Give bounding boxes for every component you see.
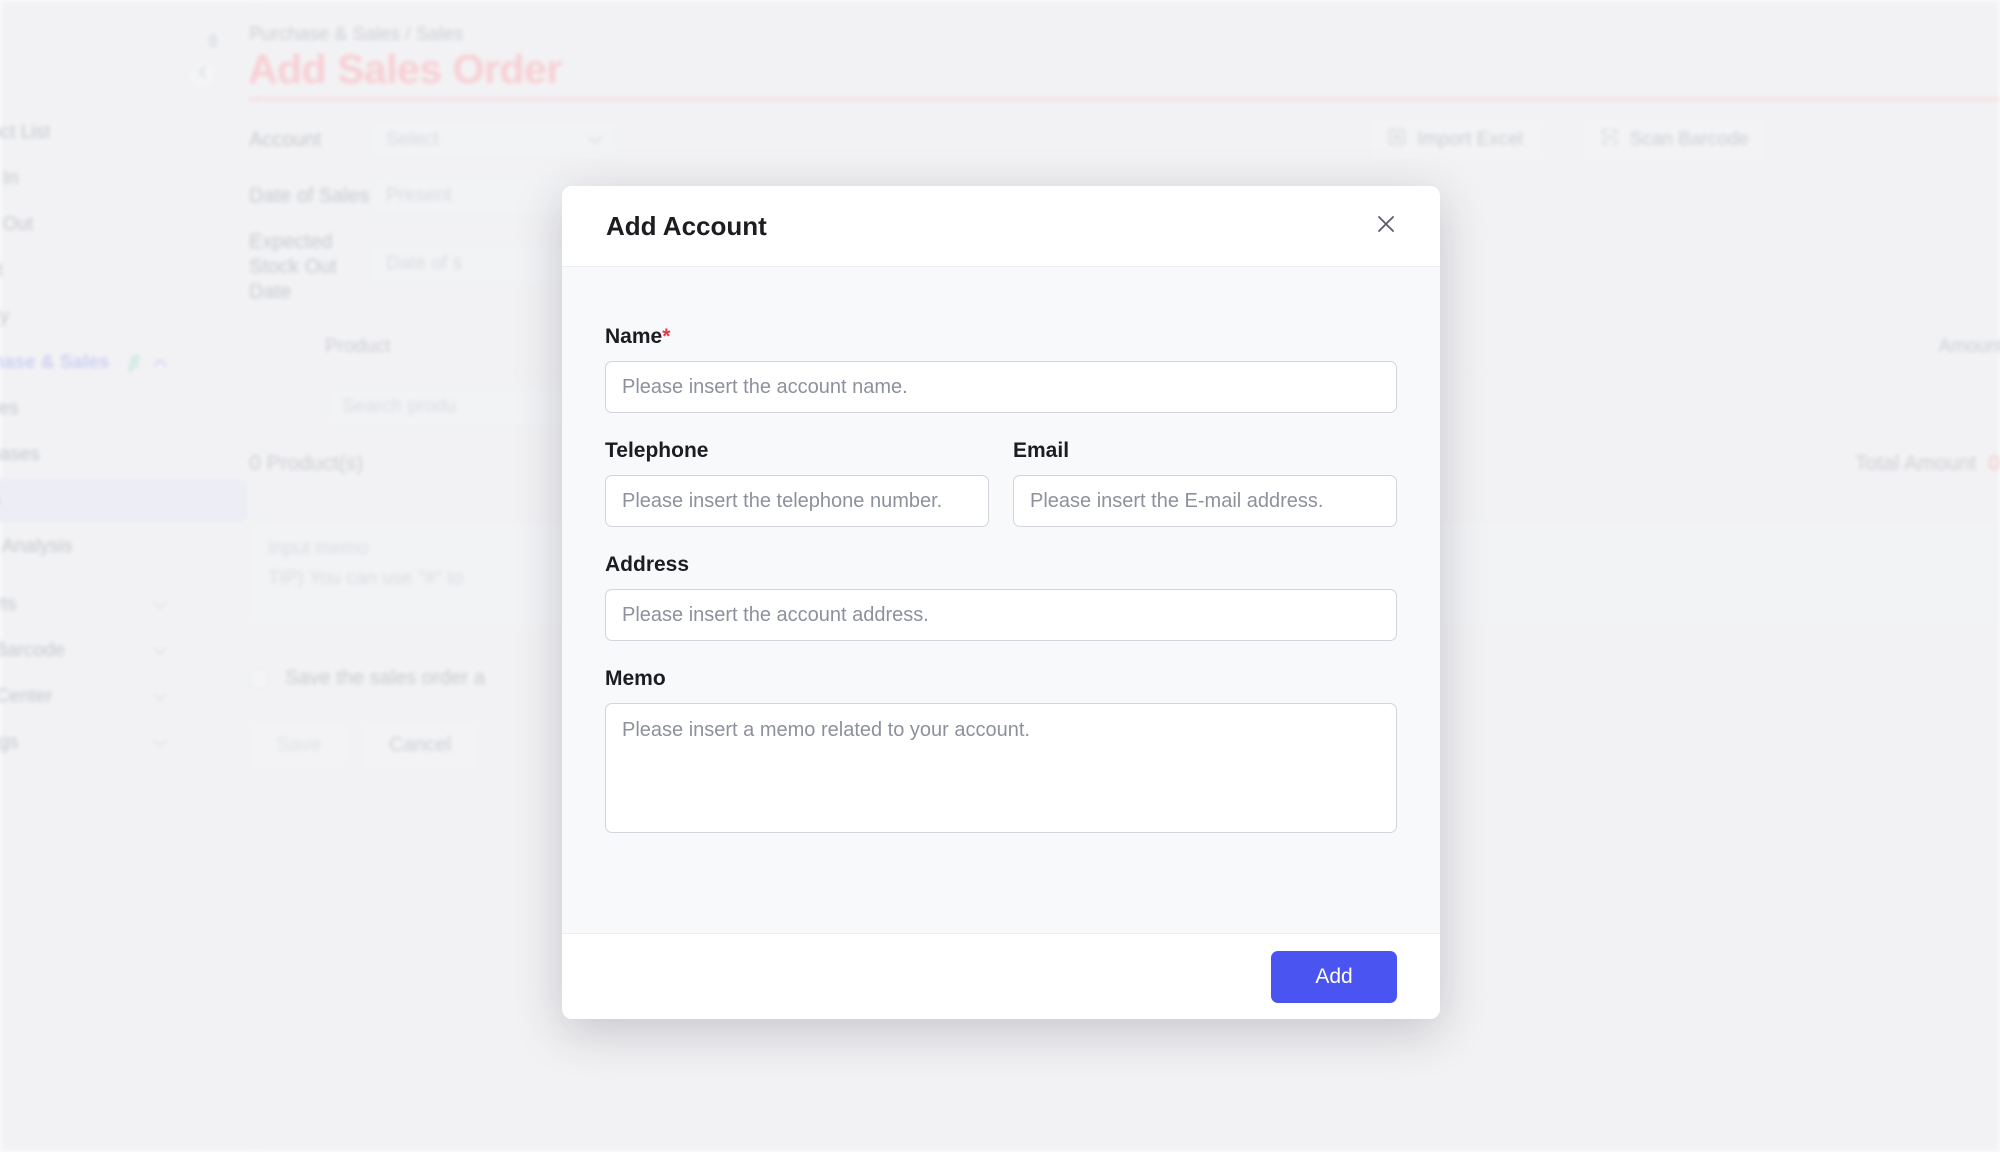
modal-close-button[interactable] (1369, 209, 1403, 243)
address-field-group: Address (605, 553, 1397, 641)
address-input[interactable] (605, 589, 1397, 641)
add-account-modal: Add Account Name* Telephone Email (562, 186, 1440, 1019)
email-field-group: Email (1013, 439, 1397, 527)
memo-field-group: Memo (605, 667, 1397, 838)
email-input[interactable] (1013, 475, 1397, 527)
modal-body: Name* Telephone Email Address Memo (562, 267, 1440, 933)
telephone-label: Telephone (605, 439, 709, 462)
name-label: Name* (605, 325, 671, 348)
add-account-submit-button[interactable]: Add (1271, 950, 1397, 1003)
modal-title: Add Account (606, 210, 767, 241)
required-asterisk: * (662, 325, 671, 348)
memo-label: Memo (605, 667, 666, 690)
name-field-group: Name* (605, 325, 1397, 413)
close-x-icon (1373, 211, 1399, 242)
name-input[interactable] (605, 361, 1397, 413)
address-label: Address (605, 553, 690, 576)
contact-field-row: Telephone Email (605, 439, 1397, 527)
modal-footer: Add (562, 933, 1440, 1019)
telephone-field-group: Telephone (605, 439, 989, 527)
telephone-input[interactable] (605, 475, 989, 527)
email-label: Email (1013, 439, 1070, 462)
memo-textarea[interactable] (605, 703, 1397, 833)
modal-header: Add Account (562, 186, 1440, 267)
